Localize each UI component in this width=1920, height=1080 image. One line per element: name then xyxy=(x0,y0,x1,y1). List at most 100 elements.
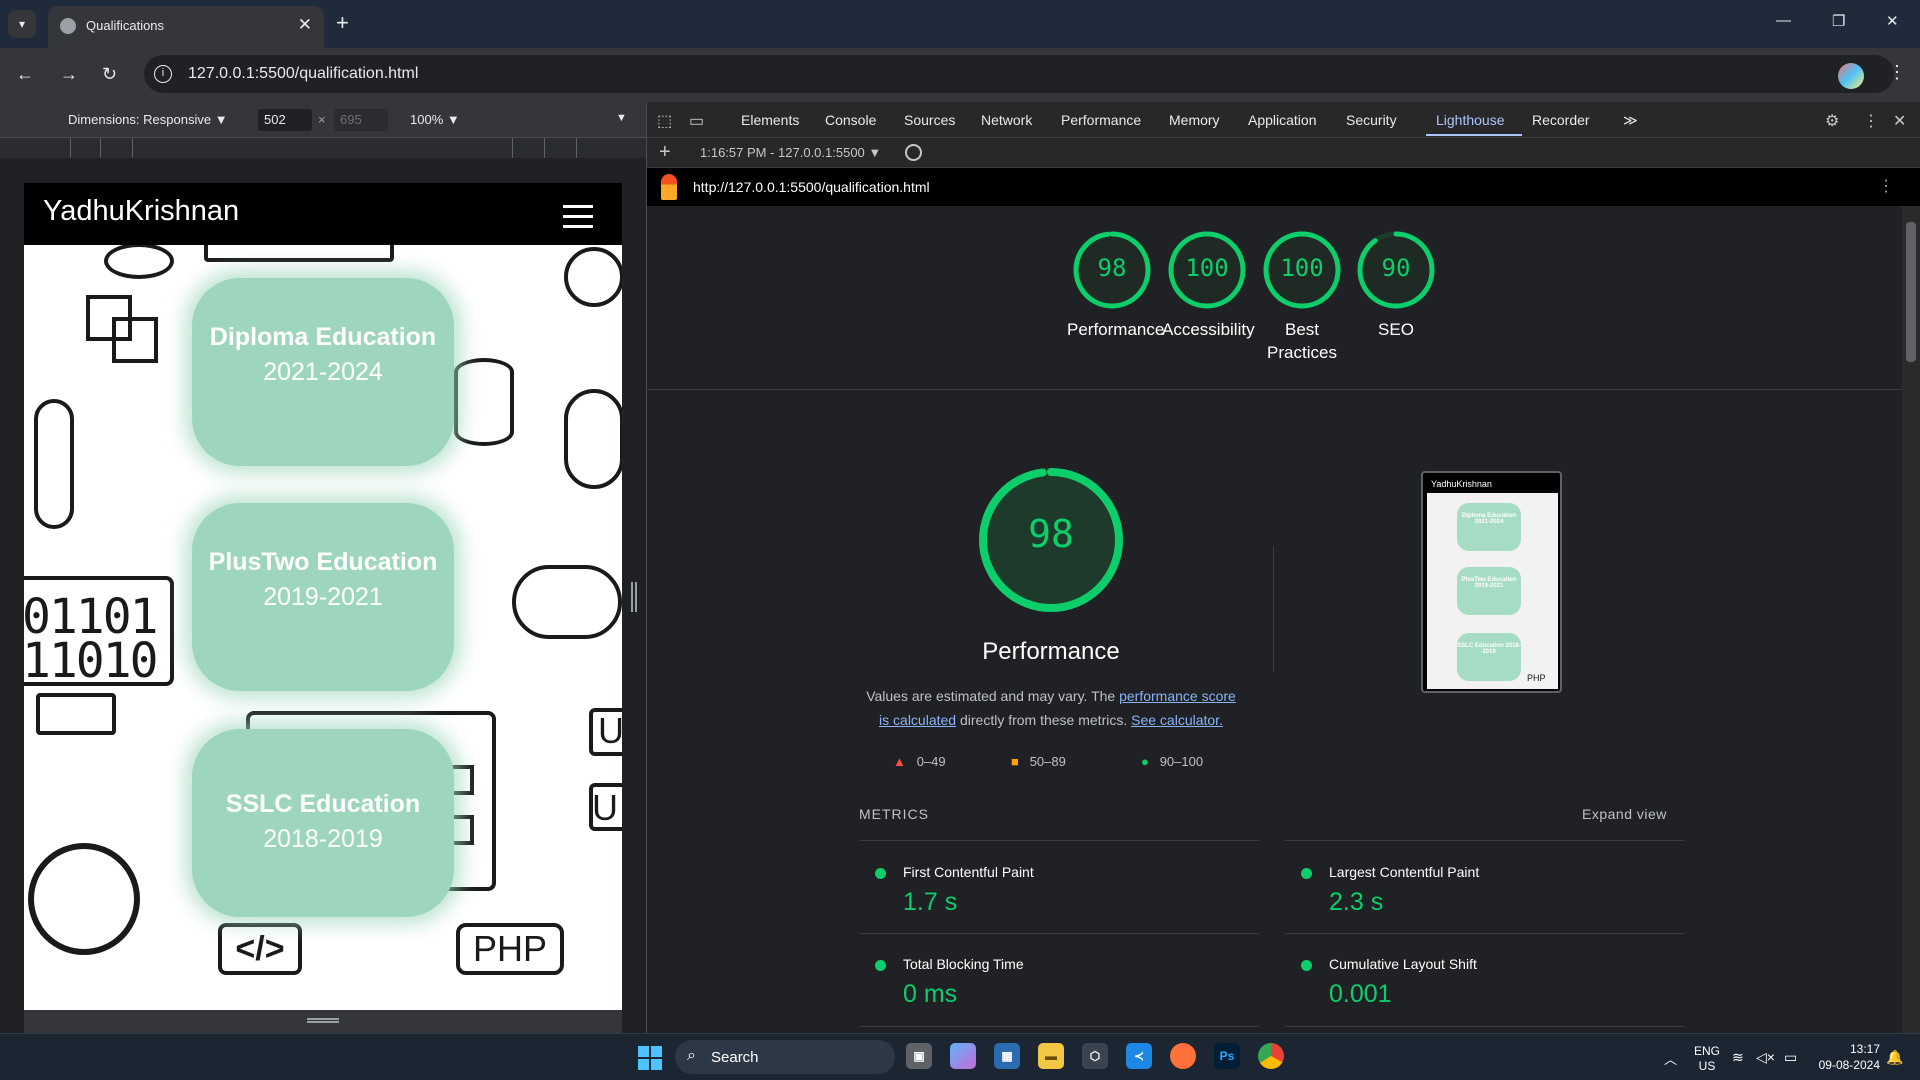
wifi-icon[interactable]: ≋ xyxy=(1732,1049,1744,1066)
minimize-button[interactable]: — xyxy=(1776,12,1791,29)
tab-recorder[interactable]: Recorder xyxy=(1532,112,1590,128)
report-menu-icon[interactable]: ⋮ xyxy=(1878,176,1894,196)
thumb-php: PHP xyxy=(1527,673,1546,683)
dimensions-dropdown[interactable]: Dimensions: Responsive ▼ xyxy=(68,112,228,127)
pass-dot-icon xyxy=(1301,960,1312,971)
new-report-icon[interactable]: + xyxy=(659,141,671,164)
report-selector[interactable]: 1:16:57 PM - 127.0.0.1:5500 ▼ xyxy=(700,145,881,160)
forward-button[interactable]: → xyxy=(60,64,78,85)
file-explorer-icon[interactable]: ▬ xyxy=(1038,1043,1064,1069)
desc-text: Values are estimated and may vary. The xyxy=(866,688,1120,704)
score-gauge-accessibility[interactable]: 100 Accessibility xyxy=(1152,230,1262,341)
browser-tab[interactable]: Qualifications ✕ xyxy=(48,6,324,48)
photoshop-icon[interactable]: Ps xyxy=(1214,1043,1240,1069)
expand-view-toggle[interactable]: Expand view xyxy=(1582,806,1667,822)
report-scrollbar[interactable] xyxy=(1902,206,1920,1033)
tab-elements[interactable]: Elements xyxy=(741,112,799,128)
address-bar[interactable]: i 127.0.0.1:5500/qualification.html ☆ xyxy=(144,55,1894,93)
store-icon[interactable]: ▦ xyxy=(994,1043,1020,1069)
legend-fail: ▲ 0–49 xyxy=(893,754,946,769)
reload-button[interactable]: ↻ xyxy=(102,64,117,85)
qualification-card: SSLC Education 2018-2019 xyxy=(192,729,454,917)
battery-icon[interactable]: ▭ xyxy=(1784,1049,1797,1066)
card-title: PlusTwo Education xyxy=(208,548,438,576)
task-view-icon[interactable]: ▣ xyxy=(906,1043,932,1069)
language-indicator[interactable]: ENG US xyxy=(1692,1044,1722,1074)
divider xyxy=(1285,840,1685,841)
metric-value: 1.7 s xyxy=(903,888,958,916)
chrome-icon[interactable] xyxy=(1258,1043,1284,1069)
performance-heading: Performance xyxy=(982,638,1120,665)
report-run-label: 1:16:57 PM - 127.0.0.1:5500 xyxy=(700,145,865,160)
notification-bell-icon[interactable]: 🔔 xyxy=(1886,1049,1903,1066)
times-sign: × xyxy=(318,112,326,127)
metric-value: 0.001 xyxy=(1329,980,1392,1008)
windows-start-icon[interactable] xyxy=(638,1046,662,1070)
device-toolbar: Dimensions: Responsive ▼ 502 × 695 100% … xyxy=(0,102,646,138)
close-tab-icon[interactable]: ✕ xyxy=(298,15,312,35)
metric-value: 2.3 s xyxy=(1329,888,1384,916)
tab-application[interactable]: Application xyxy=(1248,112,1317,128)
metric-value: 0 ms xyxy=(903,980,958,1008)
tab-memory[interactable]: Memory xyxy=(1169,112,1220,128)
stopwatch-icon xyxy=(28,843,140,955)
metric-name: Total Blocking Time xyxy=(903,956,1024,972)
zoom-dropdown[interactable]: 100% ▼ xyxy=(410,112,460,127)
taskbar-search[interactable]: ⌕ Search xyxy=(675,1040,895,1074)
tab-network[interactable]: Network xyxy=(981,112,1032,128)
doodle-shape xyxy=(104,243,174,279)
viewport-resize-handle[interactable] xyxy=(631,582,637,612)
tab-search-button[interactable]: ▾ xyxy=(8,10,36,38)
resize-handle-icon[interactable] xyxy=(307,1018,339,1023)
score-gauge-seo[interactable]: 90 SEO xyxy=(1341,230,1451,341)
chevron-up-icon[interactable]: ︿ xyxy=(1664,1049,1677,1068)
volume-muted-icon[interactable]: ◁× xyxy=(1756,1049,1775,1066)
hamburger-menu-icon[interactable] xyxy=(563,205,593,235)
search-icon: ⌕ xyxy=(687,1047,696,1064)
new-tab-button[interactable]: + xyxy=(336,10,349,36)
profile-avatar[interactable] xyxy=(1838,63,1864,89)
score-gauge-performance[interactable]: 98 Performance xyxy=(1057,230,1167,341)
report-url[interactable]: http://127.0.0.1:5500/qualification.html xyxy=(693,179,930,195)
see-calculator-link[interactable]: See calculator. xyxy=(1131,712,1223,728)
clock-time: 13:17 xyxy=(1849,1042,1880,1056)
inspect-element-icon[interactable]: ⬚ xyxy=(657,111,672,131)
pass-dot-icon xyxy=(1301,868,1312,879)
width-input[interactable]: 502 xyxy=(258,109,312,131)
card-title: SSLC Education xyxy=(225,790,421,818)
media-query-ruler xyxy=(0,138,646,158)
metric-name: First Contentful Paint xyxy=(903,864,1034,880)
devtools-menu-icon[interactable]: ⋮ xyxy=(1863,111,1879,131)
scrollbar-thumb[interactable] xyxy=(1906,222,1916,362)
browser-menu-icon[interactable]: ⋮ xyxy=(1888,62,1906,83)
tab-performance[interactable]: Performance xyxy=(1061,112,1141,128)
device-options-icon[interactable]: ▼ xyxy=(616,112,627,124)
copilot-icon[interactable] xyxy=(950,1043,976,1069)
close-window-button[interactable]: ✕ xyxy=(1886,12,1899,30)
tab-console[interactable]: Console xyxy=(825,112,876,128)
score-value: 98 xyxy=(1097,254,1127,282)
settings-gear-icon[interactable]: ⚙ xyxy=(1825,111,1839,131)
site-info-icon[interactable]: i xyxy=(154,65,172,83)
more-tabs-icon[interactable]: ≫ xyxy=(1623,112,1638,129)
lighthouse-toolbar: + 1:16:57 PM - 127.0.0.1:5500 ▼ xyxy=(647,138,1920,168)
doodle-u-text: U xyxy=(598,710,622,751)
close-devtools-icon[interactable]: ✕ xyxy=(1893,111,1906,131)
tab-sources[interactable]: Sources xyxy=(904,112,955,128)
vscode-icon[interactable]: ≺ xyxy=(1126,1043,1152,1069)
site-brand[interactable]: YadhuKrishnan xyxy=(43,195,239,228)
app-icon[interactable]: ⬡ xyxy=(1082,1043,1108,1069)
restore-button[interactable]: ❐ xyxy=(1832,12,1845,30)
clear-reports-icon[interactable] xyxy=(905,144,922,161)
final-screenshot-thumbnail[interactable]: YadhuKrishnan Diploma Education 2021-202… xyxy=(1421,471,1562,693)
device-toolbar-icon[interactable]: ▭ xyxy=(689,111,704,131)
resize-bar[interactable] xyxy=(24,1010,622,1033)
tab-security[interactable]: Security xyxy=(1346,112,1397,128)
clock[interactable]: 13:17 09-08-2024 xyxy=(1810,1041,1880,1073)
lang-region: US xyxy=(1698,1059,1716,1073)
qualification-card: PlusTwo Education 2019-2021 xyxy=(192,503,454,691)
tab-lighthouse[interactable]: Lighthouse xyxy=(1436,112,1505,128)
height-input[interactable]: 695 xyxy=(334,109,388,131)
firefox-icon[interactable] xyxy=(1170,1043,1196,1069)
back-button[interactable]: ← xyxy=(16,64,34,85)
